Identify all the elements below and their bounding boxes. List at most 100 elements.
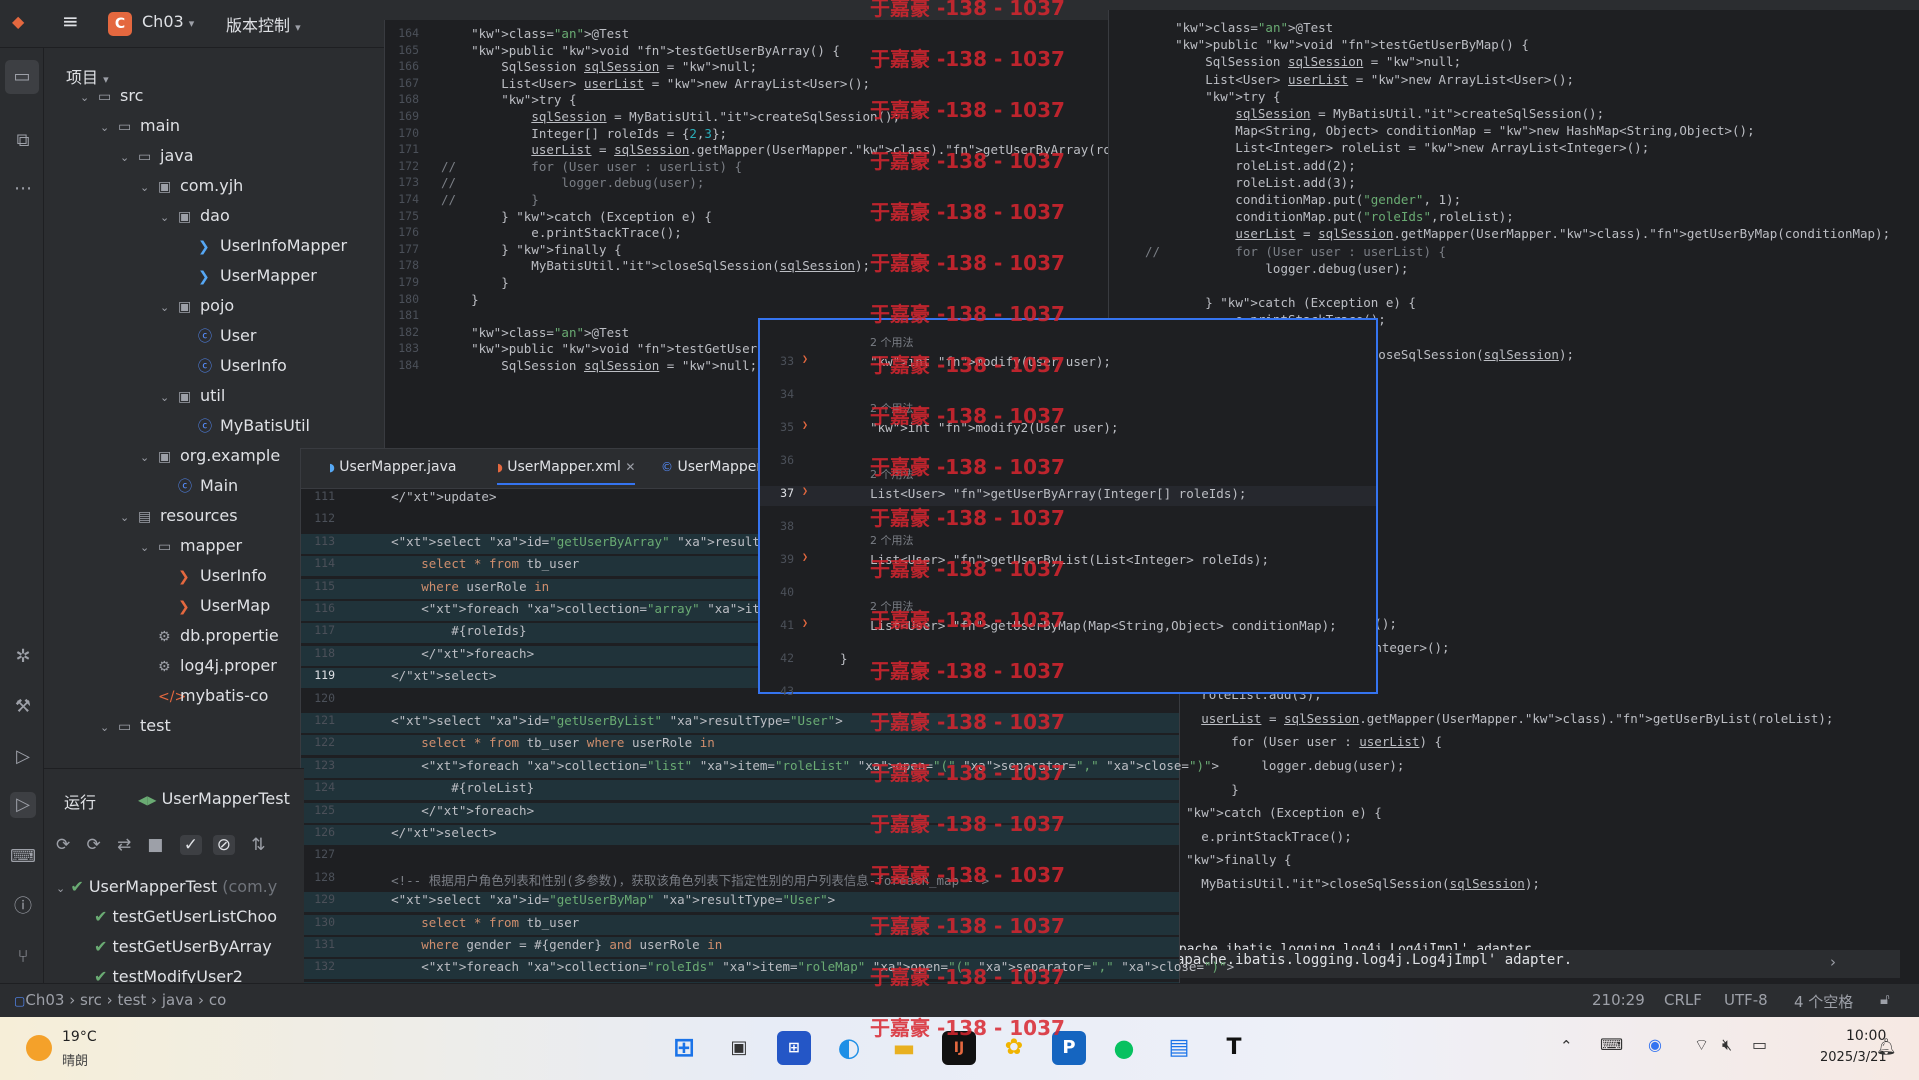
- rerun-icon[interactable]: ⟳: [56, 835, 70, 855]
- edge-browser-icon[interactable]: ◐: [832, 1031, 866, 1065]
- code-line[interactable]: }: [1141, 900, 1900, 920]
- vcs-menu[interactable]: 版本控制 ▾: [226, 12, 301, 36]
- chevron-up-icon[interactable]: ⌃: [1560, 1037, 1573, 1055]
- line-separator[interactable]: CRLF: [1664, 991, 1702, 1009]
- main-menu-icon[interactable]: ≡: [62, 9, 79, 33]
- code-line[interactable]: logger.debug(user);: [1141, 758, 1900, 778]
- quick-definition-popup[interactable]: 2 个用法 33 ❯ "kw">int "fn">modify(User user)…: [758, 318, 1378, 698]
- tree-item[interactable]: ⌄ ▭ mapper: [140, 536, 242, 555]
- weather-temp[interactable]: 19°C: [62, 1029, 97, 1045]
- git-icon[interactable]: ⑂: [10, 944, 36, 970]
- build-icon[interactable]: ⚒: [10, 694, 36, 720]
- tree-item[interactable]: ⌄ ▣ dao: [160, 206, 230, 225]
- run-icon[interactable]: ▷: [10, 792, 36, 818]
- tree-item[interactable]: ⌄ ▣ org.example: [140, 446, 280, 465]
- tab-usermapper-xml[interactable]: ◗ UserMapper.xml ✕: [497, 459, 636, 485]
- mybatis-gutter-icon[interactable]: ❯: [802, 486, 808, 497]
- code-text: roleList.add(3);: [1145, 174, 1356, 190]
- terminal-icon[interactable]: ⌨: [10, 844, 36, 870]
- usage-hint[interactable]: 2 个用法: [870, 532, 914, 548]
- chevron-right-icon[interactable]: ›: [1830, 953, 1836, 971]
- input-method-icon[interactable]: ⌨: [1600, 1035, 1623, 1054]
- notification-bell-icon[interactable]: 🔔︎: [1876, 1037, 1896, 1056]
- tree-item[interactable]: ⌄ ▣ com.yjh: [140, 176, 243, 195]
- mybatis-gutter-icon[interactable]: ❯: [802, 354, 808, 365]
- tree-item[interactable]: ⌄ ▤ resources: [120, 506, 238, 525]
- mybatis-gutter-icon[interactable]: ❯: [802, 618, 808, 629]
- typora-icon[interactable]: T: [1217, 1031, 1251, 1065]
- tree-item[interactable]: ⚙ log4j.proper: [140, 656, 277, 675]
- tree-item[interactable]: ❯ UserInfoMapper: [180, 236, 347, 255]
- code-line[interactable]: } "kw">finally {: [1141, 852, 1900, 872]
- weather-sun-icon[interactable]: [26, 1035, 52, 1061]
- test-item[interactable]: ✔ testGetUserByArray: [94, 937, 272, 956]
- sort-icon[interactable]: ⇅: [251, 835, 265, 855]
- tree-item[interactable]: ❯ UserMapper: [180, 266, 317, 285]
- services-icon[interactable]: ▷: [10, 744, 36, 770]
- tree-item[interactable]: ❯ UserInfo: [160, 566, 267, 585]
- more-tools-icon[interactable]: ⋯: [10, 176, 36, 202]
- test-item[interactable]: ✔ testGetUserListChoo: [94, 907, 277, 926]
- stop-icon[interactable]: ■: [147, 835, 163, 855]
- store-icon[interactable]: ⊞: [777, 1031, 811, 1065]
- intellij-logo-icon[interactable]: ◆: [12, 12, 24, 31]
- toggle-autotest-icon[interactable]: ⇄: [117, 835, 131, 855]
- breadcrumb[interactable]: ▢Ch03 › src › test › java › co: [14, 991, 226, 1009]
- tree-item[interactable]: ⚙ db.propertie: [140, 626, 279, 645]
- code-line[interactable]: MyBatisUtil."it">closeSqlSession(sqlSess…: [1141, 876, 1900, 896]
- run-tab[interactable]: 运行: [64, 789, 96, 813]
- tab-usermapper-class[interactable]: © UserMapper: [661, 459, 762, 475]
- show-passed-icon[interactable]: ✓: [179, 835, 202, 855]
- lock-icon[interactable]: 🔓︎: [1880, 990, 1890, 1008]
- code-text: <"xt">foreach "xa">collection="array" "x…: [361, 601, 805, 616]
- indent-setting[interactable]: 4 个空格: [1794, 991, 1853, 1012]
- show-ignored-icon[interactable]: ⊘: [212, 835, 235, 855]
- code-line[interactable]: userList = sqlSession.getMapper(UserMapp…: [1141, 711, 1900, 731]
- project-panel-header[interactable]: 项目 ▾: [66, 64, 109, 88]
- tree-item[interactable]: ❯ UserMap: [160, 596, 270, 615]
- project-badge[interactable]: C: [108, 12, 132, 36]
- vpn-icon[interactable]: ◉: [1648, 1035, 1662, 1054]
- project-folder-icon[interactable]: ▭: [5, 60, 39, 94]
- tree-item[interactable]: ⓒ MyBatisUtil: [180, 416, 310, 436]
- test-tree-root[interactable]: ⌄ ✔ UserMapperTest (com.y: [56, 877, 277, 896]
- code-line[interactable]: e.printStackTrace();: [1141, 829, 1900, 849]
- tree-item[interactable]: ⌄ ▣ util: [160, 386, 225, 405]
- file-encoding[interactable]: UTF-8: [1724, 991, 1768, 1009]
- wifi-icon[interactable]: ⌔: [1694, 1035, 1709, 1055]
- rerun-failed-icon[interactable]: ⟳: [86, 835, 100, 855]
- tree-item-label: mybatis-co: [180, 686, 269, 705]
- run-config-tab[interactable]: ◀▶ UserMapperTest: [138, 789, 290, 808]
- code-line[interactable]: 131 where gender = #{gender} and userRol…: [301, 937, 1179, 957]
- mybatis-gutter-icon[interactable]: ❯: [802, 420, 808, 431]
- tree-item[interactable]: </>mybatis-co: [140, 686, 268, 705]
- tree-item[interactable]: ⌄ ▭ main: [100, 116, 180, 135]
- code-line[interactable]: }: [1141, 782, 1900, 802]
- test-item[interactable]: ✔ testModifyUser2: [94, 967, 243, 983]
- tree-item[interactable]: ⓒ Main: [160, 476, 238, 496]
- tab-usermapper-java[interactable]: ◗ UserMapper.java: [329, 459, 456, 475]
- window-app-icon[interactable]: ▤: [1162, 1031, 1196, 1065]
- problems-icon[interactable]: ⓘ: [10, 894, 36, 920]
- tree-item[interactable]: ⓒ User: [180, 326, 256, 346]
- volume-mute-icon[interactable]: 🔇︎: [1722, 1035, 1732, 1055]
- usage-hint[interactable]: 2 个用法: [870, 334, 914, 350]
- tree-item[interactable]: ⌄ ▭ src: [80, 86, 143, 105]
- code-line[interactable]: 122 select * from tb_user where userRole…: [301, 735, 1179, 756]
- code-line[interactable]: for (User user : userList) {: [1141, 734, 1900, 754]
- tree-item[interactable]: ⌄ ▭ java: [120, 146, 194, 165]
- project-switcher[interactable]: Ch03 ▾: [142, 12, 194, 31]
- weather-desc[interactable]: 晴朗: [62, 1050, 88, 1069]
- task-view-icon[interactable]: ▣: [722, 1031, 756, 1065]
- debug-icon[interactable]: ✲: [10, 644, 36, 670]
- windows-start-icon[interactable]: ⊞: [667, 1031, 701, 1065]
- tree-item[interactable]: ⓒ UserInfo: [180, 356, 287, 376]
- caret-position[interactable]: 210:29: [1592, 991, 1645, 1009]
- wechat-icon[interactable]: ●: [1107, 1031, 1141, 1065]
- code-line[interactable]: } "kw">catch (Exception e) {: [1141, 805, 1900, 825]
- tree-item[interactable]: ⌄ ▣ pojo: [160, 296, 234, 315]
- battery-icon[interactable]: ▭: [1752, 1035, 1767, 1054]
- tree-item[interactable]: ⌄ ▭ test: [100, 716, 171, 735]
- mybatis-gutter-icon[interactable]: ❯: [802, 552, 808, 563]
- structure-icon[interactable]: ⧉: [10, 128, 36, 154]
